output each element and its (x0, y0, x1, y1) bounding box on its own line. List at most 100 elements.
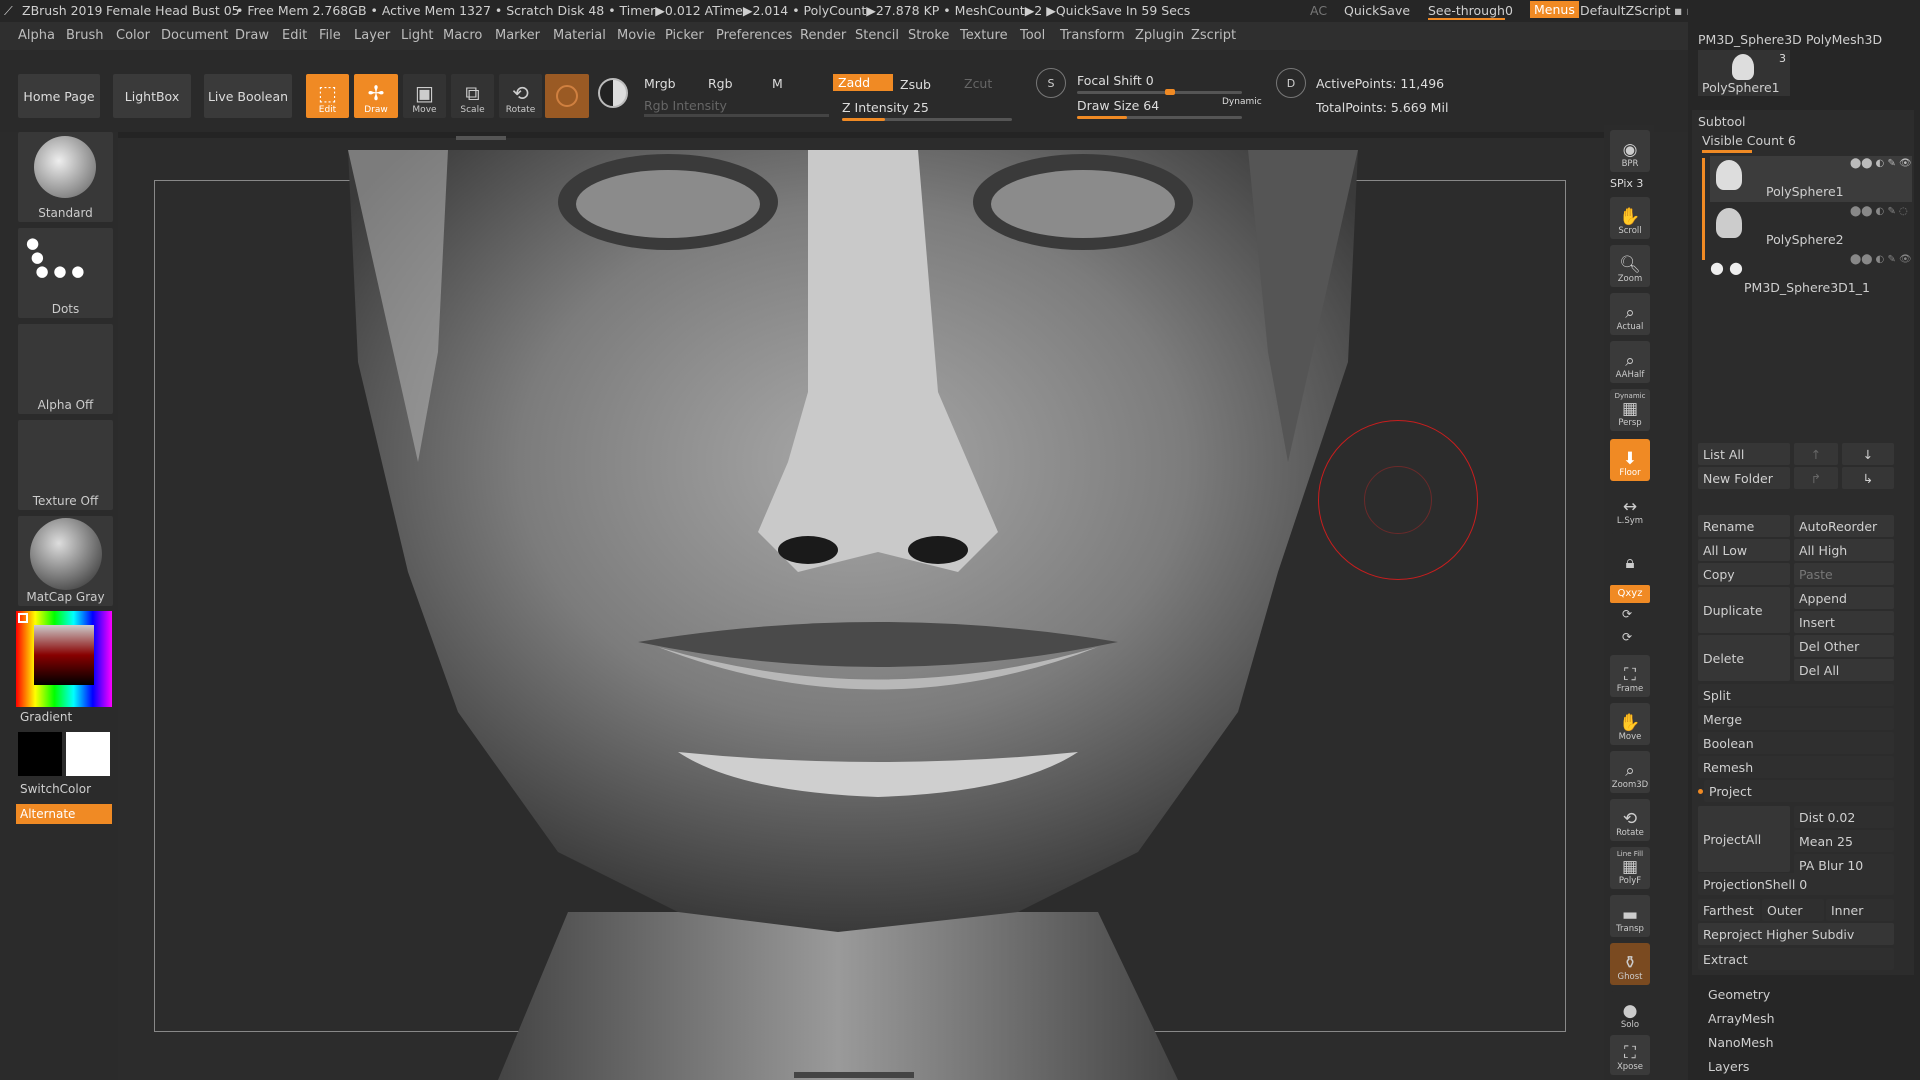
actual-button[interactable]: ⌕ Actual (1610, 293, 1650, 335)
xpose-button[interactable]: ⛶ Xpose (1610, 1035, 1650, 1075)
see-through-label[interactable]: See-through (1428, 3, 1505, 20)
stroke-thumbnail[interactable]: ● ● ● ● ● Dots (18, 228, 113, 318)
frame-button[interactable]: ⛶ Frame (1610, 655, 1650, 697)
stroke-s-icon[interactable]: S (1036, 68, 1066, 98)
quicksave-button[interactable]: QuickSave (1344, 3, 1410, 18)
stroke-d-icon[interactable]: D (1276, 68, 1306, 98)
all-high-button[interactable]: All High (1794, 539, 1894, 561)
alpha-thumbnail[interactable]: Alpha Off (18, 324, 113, 414)
new-folder-button[interactable]: New Folder (1698, 467, 1790, 489)
farthest-toggle[interactable]: Farthest (1698, 899, 1760, 921)
menu-marker[interactable]: Marker (495, 28, 540, 43)
texture-thumbnail[interactable]: Texture Off (18, 420, 113, 510)
material-swatch[interactable] (545, 74, 589, 118)
split-section[interactable]: Split (1698, 684, 1894, 706)
bottom-scrollbar[interactable] (794, 1072, 914, 1078)
zoom3d-button[interactable]: ⌕ Zoom3D (1610, 751, 1650, 793)
menu-tool[interactable]: Tool (1020, 28, 1045, 43)
lsym-button[interactable]: ↔ L.Sym (1610, 487, 1650, 529)
layers-section[interactable]: Layers (1708, 1059, 1749, 1074)
ac-label[interactable]: AC (1310, 3, 1327, 18)
subtool-toggles-icon[interactable]: ⬤⬤ ◐ ✎ 👁︎ (1850, 254, 1912, 265)
mean-slider[interactable]: Mean 25 (1794, 830, 1894, 852)
brush-thumbnail[interactable]: Standard (18, 132, 113, 222)
move-down-icon[interactable]: ↓ (1842, 443, 1894, 465)
live-boolean-button[interactable]: Live Boolean (204, 74, 292, 118)
copy-button[interactable]: Copy (1698, 563, 1790, 585)
head-bust-model[interactable] (118, 132, 1608, 1080)
menus-toggle[interactable]: Menus (1530, 1, 1579, 18)
menu-brush[interactable]: Brush (66, 28, 104, 43)
menu-edit[interactable]: Edit (282, 28, 307, 43)
menu-stroke[interactable]: Stroke (908, 28, 949, 43)
focal-shift-slider[interactable]: Focal Shift 0 (1077, 73, 1242, 95)
z-intensity-slider[interactable]: Z Intensity 25 (842, 100, 1012, 121)
folder-arrow-icon[interactable]: ↱ (1794, 467, 1838, 489)
menu-draw[interactable]: Draw (235, 28, 269, 43)
menu-transform[interactable]: Transform (1060, 28, 1125, 43)
bpr-button[interactable]: ◉ BPR (1610, 130, 1650, 172)
paste-button[interactable]: Paste (1794, 563, 1894, 585)
all-low-button[interactable]: All Low (1698, 539, 1790, 561)
menu-alpha[interactable]: Alpha (18, 28, 55, 43)
draw-button[interactable]: ✢ Draw (354, 74, 398, 118)
home-page-button[interactable]: Home Page (18, 74, 100, 118)
menu-light[interactable]: Light (401, 28, 433, 43)
ghost-button[interactable]: ⚱ Ghost (1610, 943, 1650, 985)
menu-material[interactable]: Material (553, 28, 606, 43)
subtool-header[interactable]: Subtool (1698, 114, 1745, 129)
menu-render[interactable]: Render (800, 28, 846, 43)
projection-shell-slider[interactable]: ProjectionShell 0 (1698, 873, 1894, 895)
tool-thumb-polymesh3d[interactable]: PolyMesh3D (1806, 32, 1882, 47)
material-thumbnail[interactable]: MatCap Gray (18, 516, 113, 606)
visible-count[interactable]: Visible Count 6 (1702, 133, 1796, 148)
move-button[interactable]: ▣ Move (403, 74, 446, 118)
main-color-swatch[interactable] (18, 732, 62, 776)
rotate-view-button[interactable]: ⟲ Rotate (1610, 799, 1650, 841)
subtool-scroll-indicator[interactable] (1702, 158, 1705, 260)
draw-size-slider[interactable]: Draw Size 64 (1077, 98, 1242, 119)
rotate-button[interactable]: ⟲ Rotate (499, 74, 542, 118)
mrgb-toggle[interactable]: Mrgb (644, 76, 676, 91)
move-view-button[interactable]: ✋ Move (1610, 703, 1650, 745)
spix-slider[interactable]: SPix 3 (1610, 177, 1643, 190)
tool-thumb-pm3d[interactable]: PM3D_Sphere3D (1698, 32, 1802, 47)
default-zscript[interactable]: DefaultZScript (1580, 3, 1671, 18)
del-other-button[interactable]: Del Other (1794, 635, 1894, 657)
menu-texture[interactable]: Texture (960, 28, 1008, 43)
zoom-button[interactable]: 🔍︎ Zoom (1610, 245, 1650, 287)
projectall-button[interactable]: ProjectAll (1698, 806, 1790, 872)
zcut-toggle[interactable]: Zcut (964, 76, 992, 91)
alternate-button[interactable]: Alternate (16, 804, 112, 824)
move-up-icon[interactable]: ↑ (1794, 443, 1838, 465)
color-picker[interactable] (16, 611, 112, 707)
boolean-section[interactable]: Boolean (1698, 732, 1894, 754)
menu-preferences[interactable]: Preferences (716, 28, 792, 43)
visible-count-slider[interactable] (1702, 150, 1752, 153)
color-sv-square[interactable] (34, 625, 94, 685)
rgb-intensity-slider[interactable] (644, 114, 829, 117)
menu-zplugin[interactable]: Zplugin (1135, 28, 1184, 43)
arraymesh-section[interactable]: ArrayMesh (1708, 1011, 1775, 1026)
menu-document[interactable]: Document (161, 28, 228, 43)
tool-thumb-polysphere1[interactable]: 3 PolySphere1 (1698, 50, 1790, 96)
subtool-toggles-icon[interactable]: ⬤⬤ ◐ ✎ 👁︎ (1850, 158, 1912, 169)
rotate-y-icon[interactable]: ⟳ (1622, 607, 1632, 621)
extract-section[interactable]: Extract (1698, 948, 1894, 970)
subtool-item-polysphere2[interactable]: ⬤⬤ ◐ ✎ ◌ PolySphere2 (1710, 204, 1912, 250)
inner-toggle[interactable]: Inner (1826, 899, 1894, 921)
geometry-section[interactable]: Geometry (1708, 987, 1770, 1002)
menu-stencil[interactable]: Stencil (855, 28, 899, 43)
secondary-color-swatch[interactable] (66, 732, 110, 776)
list-all-button[interactable]: List All (1698, 443, 1790, 465)
reproject-higher-subdiv-button[interactable]: Reproject Higher Subdiv (1698, 923, 1894, 945)
menu-movie[interactable]: Movie (617, 28, 655, 43)
menu-file[interactable]: File (319, 28, 341, 43)
duplicate-button[interactable]: Duplicate (1698, 587, 1790, 633)
mrgb-sphere-icon[interactable] (598, 78, 634, 114)
zadd-toggle[interactable]: Zadd (833, 74, 893, 91)
lock-button[interactable]: 🔒︎ (1610, 533, 1650, 575)
gradient-label[interactable]: Gradient (20, 710, 72, 724)
persp-button[interactable]: Dynamic ▦ Persp (1610, 389, 1650, 431)
subtool-item-polysphere1[interactable]: ⬤⬤ ◐ ✎ 👁︎ PolySphere1 (1710, 156, 1912, 202)
